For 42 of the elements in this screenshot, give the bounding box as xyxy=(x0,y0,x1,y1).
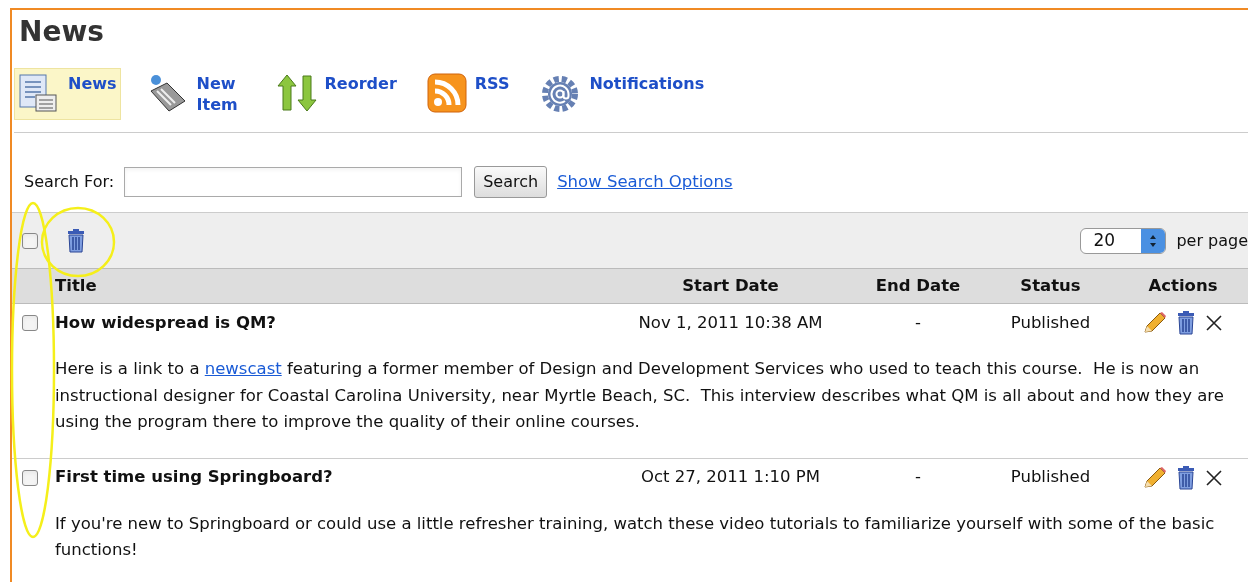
toolbar-button[interactable]: News xyxy=(14,68,121,120)
column-header: Start Date xyxy=(681,274,780,297)
end-date: - xyxy=(914,311,922,334)
up-down-arrows-icon xyxy=(276,73,317,113)
pencil-icon[interactable] xyxy=(1142,311,1168,335)
checkbox[interactable] xyxy=(22,469,38,486)
stepper-arrows-icon xyxy=(1149,233,1158,248)
trash-icon[interactable] xyxy=(66,228,86,253)
page-size-select[interactable]: 20 xyxy=(1080,227,1167,254)
search-button[interactable]: Search xyxy=(474,166,548,198)
start-date: Oct 27, 2011 1:10 PM xyxy=(640,466,821,489)
close-icon[interactable] xyxy=(1204,313,1224,333)
status: Published xyxy=(1009,311,1092,334)
news-description: Here is a link to a newscast featuring a former member of Design and Development Services who used to teach this course. He is now an instructional designer for Coastal Carolina University, near Myrtle Beach, SC. This interview describes what QM is all about and how they are using the program there to improve the quality of their online courses. xyxy=(55,358,1225,433)
search-field[interactable] xyxy=(124,167,463,197)
start-date: Nov 1, 2011 10:38 AM xyxy=(637,311,824,334)
trash-icon[interactable] xyxy=(1176,465,1196,490)
news-description: If you're new to Springboard or could use a little refresher training, watch these video tutorials to familiarize yourself with some of the basic functions! xyxy=(55,512,1216,561)
toolbar-button[interactable]: New Item xyxy=(142,68,251,120)
news-title: How widespread is QM? xyxy=(55,311,277,334)
toolbar-button[interactable]: Reorder xyxy=(272,68,401,118)
search-label: Search For: xyxy=(24,171,115,193)
status: Published xyxy=(1009,466,1092,489)
news-title: First time using Springboard? xyxy=(55,466,334,489)
checkbox[interactable] xyxy=(22,315,38,331)
column-header: Status xyxy=(1019,274,1082,297)
newscast-link[interactable]: newscast xyxy=(204,359,282,378)
close-icon[interactable] xyxy=(1204,467,1224,488)
column-header: End Date xyxy=(874,274,962,297)
page-title: News xyxy=(19,14,105,50)
rss-icon xyxy=(426,73,467,113)
per-page-label: per page xyxy=(1176,229,1248,252)
trash-icon[interactable] xyxy=(1176,311,1196,335)
column-header: Title xyxy=(55,274,98,297)
checkbox[interactable] xyxy=(22,232,38,249)
column-header: Actions xyxy=(1147,274,1219,297)
end-date: - xyxy=(914,466,922,489)
toolbar-button[interactable]: RSS xyxy=(422,68,514,118)
list-document-icon xyxy=(18,73,60,115)
toolbar-button[interactable]: Notifications xyxy=(535,68,709,120)
show-search-options-link[interactable]: Show Search Options xyxy=(557,169,733,195)
pencil-icon[interactable] xyxy=(1142,465,1168,490)
